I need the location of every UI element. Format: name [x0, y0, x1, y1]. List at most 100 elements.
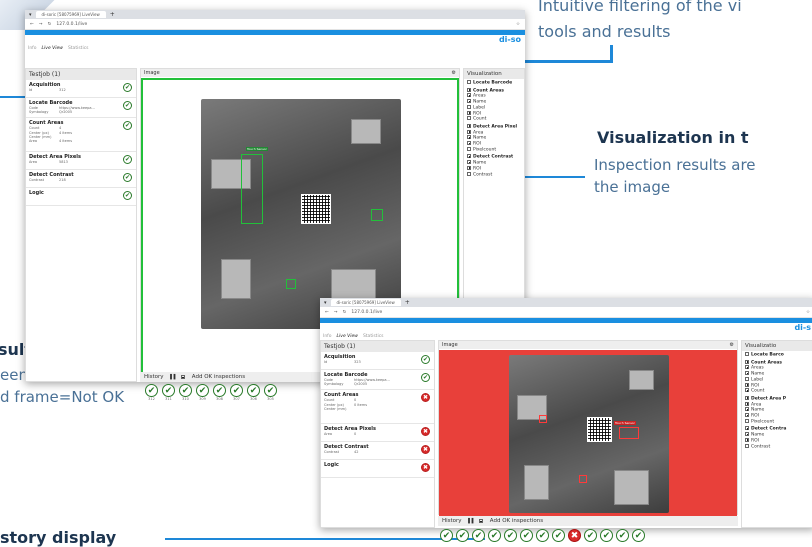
- vis-option[interactable]: Pixelcount: [745, 418, 811, 425]
- vis-option-checkbox[interactable]: [467, 135, 471, 140]
- vis-option-checkbox[interactable]: [467, 110, 471, 115]
- star-icon[interactable]: ☆: [806, 310, 810, 315]
- check-icon[interactable]: ✔: [472, 529, 485, 542]
- step-count-areas[interactable]: Count Areas Count 4 Center (px) 4 items Cente…: [26, 118, 136, 153]
- vis-option[interactable]: Count: [745, 388, 811, 394]
- history-item[interactable]: ✔ 307: [230, 384, 243, 401]
- vis-option-checkbox[interactable]: [467, 171, 471, 176]
- vis-option-checkbox[interactable]: [467, 116, 471, 121]
- vis-option-checkbox[interactable]: [745, 388, 749, 393]
- history-item[interactable]: ✔ 310: [179, 384, 192, 401]
- vis-option[interactable]: Contrast: [467, 171, 521, 178]
- vis-group-checkbox[interactable]: [745, 395, 749, 400]
- check-icon[interactable]: ✔: [616, 529, 629, 542]
- history-item[interactable]: ✔ 308: [213, 384, 226, 401]
- url-field[interactable]: 127.0.0.1/live: [56, 22, 511, 27]
- step-locate-barcode[interactable]: Locate Barcode Code https://www.keepa... Sy…: [321, 370, 434, 391]
- vis-option-checkbox[interactable]: [745, 365, 749, 370]
- history-item[interactable]: ✔ 311: [162, 384, 175, 401]
- step-acquisition[interactable]: Acquisition Id 323 ✔: [321, 352, 434, 370]
- history-item[interactable]: ✔ 305: [264, 384, 277, 401]
- check-icon[interactable]: ✔: [520, 529, 533, 542]
- settings-gear-icon[interactable]: ⚙: [730, 342, 734, 348]
- vis-group-checkbox[interactable]: [467, 123, 471, 128]
- step-logic[interactable]: Logic ✖: [321, 460, 434, 479]
- step-logic[interactable]: Logic ✔: [26, 188, 136, 207]
- pause-icon[interactable]: ❚❚: [467, 518, 475, 524]
- check-icon[interactable]: ✔: [488, 529, 501, 542]
- history-item[interactable]: ✔ 309: [196, 384, 209, 401]
- step-detect-area-pixels[interactable]: Detect Area Pixels Area 5813 ✔: [26, 152, 136, 171]
- vis-option-checkbox[interactable]: [745, 376, 749, 381]
- step-detect-area-pixels[interactable]: Detect Area Pixels Area 0 ✖: [321, 424, 434, 443]
- forward-icon[interactable]: →: [39, 22, 43, 27]
- vis-option-checkbox[interactable]: [467, 141, 471, 146]
- vis-group-checkbox[interactable]: [745, 359, 749, 364]
- vis-group-header[interactable]: Locate Barcode: [467, 80, 521, 86]
- vis-option-checkbox[interactable]: [745, 407, 749, 412]
- check-icon[interactable]: ✔: [536, 529, 549, 542]
- step-detect-contrast[interactable]: Detect Contrast Contrast 218 ✔: [26, 170, 136, 189]
- vis-option-checkbox[interactable]: [467, 99, 471, 104]
- check-icon[interactable]: ✔: [440, 529, 453, 542]
- menu-info[interactable]: Info: [323, 334, 332, 339]
- check-icon[interactable]: ✔: [456, 529, 469, 542]
- menu-live-view[interactable]: Live View: [42, 46, 63, 51]
- vis-option-checkbox[interactable]: [745, 382, 749, 387]
- vis-option[interactable]: Count: [467, 116, 521, 122]
- add-ok-checkbox[interactable]: [180, 375, 185, 379]
- settings-gear-icon[interactable]: ⚙: [452, 70, 456, 76]
- step-acquisition[interactable]: Acquisition Id 312 ✔: [26, 80, 136, 98]
- history-item[interactable]: ✔ 306: [247, 384, 260, 401]
- vis-option-checkbox[interactable]: [745, 443, 749, 448]
- vis-group-header[interactable]: Locate Barco: [745, 352, 811, 358]
- add-ok-checkbox[interactable]: [478, 519, 483, 523]
- vis-option-checkbox[interactable]: [467, 165, 471, 170]
- check-icon[interactable]: ✔: [632, 529, 645, 542]
- check-icon[interactable]: ✔: [600, 529, 613, 542]
- vis-option[interactable]: Pixelcount: [467, 146, 521, 153]
- menu-statistics[interactable]: Statistics: [363, 334, 384, 339]
- vis-group-header[interactable]: Detect Area Pixel: [467, 123, 521, 130]
- browser-tab[interactable]: di-soric [58075969] LiveView: [330, 299, 401, 306]
- vis-option-checkbox[interactable]: [467, 104, 471, 109]
- vis-option-checkbox[interactable]: [745, 432, 749, 437]
- step-locate-barcode[interactable]: Locate Barcode Code https://www.keepa... Sy…: [26, 98, 136, 119]
- reload-icon[interactable]: ↻: [343, 310, 347, 315]
- vis-option-checkbox[interactable]: [745, 437, 749, 442]
- new-tab-icon[interactable]: +: [405, 299, 410, 306]
- vis-option-checkbox[interactable]: [745, 413, 749, 418]
- menu-info[interactable]: Info: [28, 46, 37, 51]
- url-field[interactable]: 127.0.0.1/live: [351, 310, 801, 315]
- vis-group-checkbox[interactable]: [467, 87, 471, 92]
- vis-group-checkbox[interactable]: [745, 426, 749, 431]
- vis-option[interactable]: Contrast: [745, 443, 811, 450]
- pause-icon[interactable]: ❚❚: [169, 374, 177, 380]
- check-icon[interactable]: ✔: [504, 529, 517, 542]
- vis-group-checkbox[interactable]: [467, 80, 471, 84]
- reload-icon[interactable]: ↻: [48, 22, 52, 27]
- browser-tab[interactable]: di-soric [58075969] LiveView: [35, 11, 106, 18]
- vis-option-checkbox[interactable]: [745, 418, 749, 423]
- vis-option-checkbox[interactable]: [467, 93, 471, 98]
- vis-option-checkbox[interactable]: [467, 160, 471, 165]
- fail-icon[interactable]: ✖: [568, 529, 581, 542]
- vis-option-checkbox[interactable]: [745, 401, 749, 406]
- vis-group-checkbox[interactable]: [745, 352, 749, 356]
- menu-statistics[interactable]: Statistics: [68, 46, 89, 51]
- new-tab-icon[interactable]: +: [110, 11, 115, 18]
- check-icon[interactable]: ✔: [584, 529, 597, 542]
- vis-option-checkbox[interactable]: [467, 129, 471, 134]
- forward-icon[interactable]: →: [334, 310, 338, 315]
- step-count-areas[interactable]: Count Areas Count 0 Center (px) 0 items Cente…: [321, 390, 434, 425]
- star-icon[interactable]: ☆: [516, 22, 520, 27]
- history-item[interactable]: ✔ 312: [145, 384, 158, 401]
- step-detect-contrast[interactable]: Detect Contrast Contrast 42 ✖: [321, 442, 434, 461]
- vis-group-checkbox[interactable]: [467, 154, 471, 159]
- menu-live-view[interactable]: Live View: [337, 334, 358, 339]
- vis-option-checkbox[interactable]: [745, 371, 749, 376]
- check-icon[interactable]: ✔: [552, 529, 565, 542]
- back-icon[interactable]: ←: [325, 310, 329, 315]
- vis-option-checkbox[interactable]: [467, 146, 471, 151]
- back-icon[interactable]: ←: [30, 22, 34, 27]
